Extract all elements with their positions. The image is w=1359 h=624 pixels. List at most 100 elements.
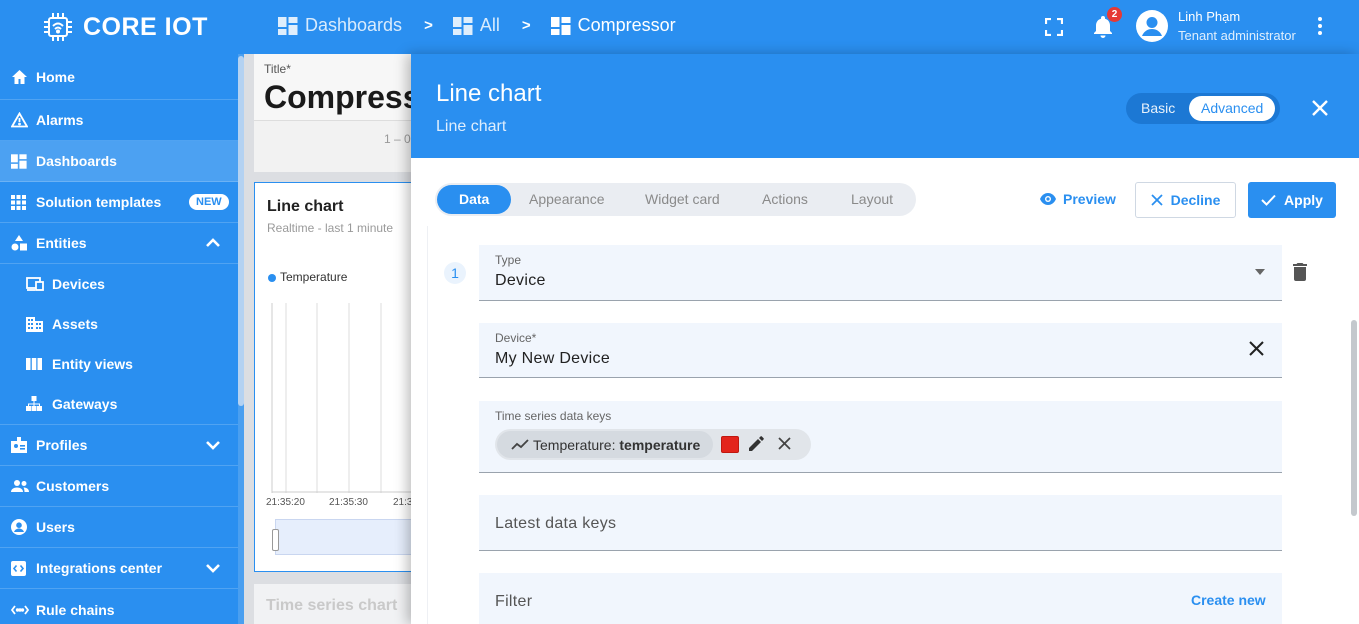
logo[interactable]: CORE IOT [40,9,208,45]
editor-tabs: Data Appearance Widget card Actions Layo… [435,183,916,216]
eye-icon [1040,193,1056,205]
filter-placeholder: Filter [495,593,533,610]
line-chart-widget[interactable]: Line chart Realtime - last 1 minute Temp… [254,182,411,572]
avatar[interactable] [1136,10,1168,42]
user-name[interactable]: Linh Phạm [1178,9,1240,24]
tab-actions[interactable]: Actions [762,183,808,216]
dashboard-field [254,120,411,172]
clear-icon[interactable] [1249,341,1264,356]
widget-title: Time series chart [266,597,398,614]
dashboard-icon [550,16,571,35]
title-field-label: Title* [264,62,291,76]
chart-grid [271,303,411,493]
type-select[interactable]: Type Device [479,245,1282,301]
chevron-down-icon[interactable] [205,563,221,573]
dashboard-icon [452,16,473,35]
decline-button[interactable]: Decline [1135,182,1236,218]
widget-editor-panel: Line chart Line chart Basic Advanced Dat… [411,54,1359,624]
sidebar-item-profiles[interactable]: Profiles [0,425,238,466]
edit-icon[interactable] [749,436,764,451]
sidebar-item-label: Home [36,68,75,85]
tab-data[interactable]: Data [437,185,512,214]
preview-button[interactable]: Preview [1040,191,1116,207]
time-series-widget[interactable]: Time series chart [254,584,411,624]
breadcrumb-separator: > [424,17,433,34]
dashboard-icon [11,153,27,169]
sidebar-item-solution-templates[interactable]: Solution templates NEW [0,182,238,223]
fullscreen-icon[interactable] [1045,18,1063,36]
dashboard-canvas: Title* Compressor 1 – 0 Line chart Realt… [244,54,411,624]
sidebar-item-users[interactable]: Users [0,507,238,548]
rule-chains-icon [11,604,29,616]
breadcrumb-item-all[interactable]: All [452,15,500,36]
preview-label: Preview [1063,191,1116,207]
color-swatch[interactable] [721,436,739,453]
sidebar-item-entities[interactable]: Entities [0,223,238,264]
sidebar-item-label: Users [36,519,75,535]
apply-button[interactable]: Apply [1248,182,1336,218]
editor-header: Line chart Line chart Basic Advanced [411,54,1359,158]
alarm-icon [11,112,28,128]
data-key-chip-label[interactable]: Temperature: temperature [497,431,713,458]
more-vert-icon[interactable] [1311,16,1329,36]
delete-icon[interactable] [1293,263,1307,281]
editor-scrollbar-thumb[interactable] [1351,320,1357,516]
sidebar-item-dashboards[interactable]: Dashboards [0,141,238,182]
apps-icon [11,194,26,210]
sidebar-item-label: Devices [52,276,105,292]
slider-handle[interactable] [272,529,279,551]
device-label: Device* [495,331,537,345]
dashboard-icon [278,16,298,35]
create-new-filter-link[interactable]: Create new [1191,592,1266,608]
pagination-range: 1 – 0 [384,132,411,146]
sidebar: Home Alarms Dashboards Solution template… [0,54,238,624]
sidebar-item-label: Entities [36,235,87,251]
data-key-label: Temperature: [533,436,616,453]
sidebar-item-rule-chains[interactable]: Rule chains [0,589,238,624]
sidebar-item-assets[interactable]: Assets [0,304,238,344]
chevron-up-icon[interactable] [205,238,221,248]
widget-title: Line chart [267,198,344,215]
sidebar-item-label: Integrations center [36,560,163,576]
chevron-down-icon[interactable] [205,440,221,450]
tab-layout[interactable]: Layout [851,183,893,216]
sidebar-item-customers[interactable]: Customers [0,466,238,507]
sidebar-item-integrations-center[interactable]: Integrations center [0,548,238,589]
mode-advanced-button[interactable]: Advanced [1189,96,1276,121]
sidebar-item-home[interactable]: Home [0,54,238,100]
entity-views-icon [26,358,42,370]
device-field[interactable]: Device* My New Device [479,323,1282,378]
apply-label: Apply [1284,192,1323,208]
check-icon [1261,194,1276,206]
top-bar: CORE IOT Dashboards > All > Compressor 2 [0,0,1359,54]
timeseries-keys-field[interactable]: Time series data keys Temperature: tempe… [479,401,1282,473]
x-tick-label: 21:3 [393,497,411,508]
sidebar-item-label: Alarms [36,112,84,128]
breadcrumb-item-dashboards[interactable]: Dashboards [278,15,402,36]
data-key-name: temperature [619,436,701,453]
mode-basic-button[interactable]: Basic [1141,100,1175,116]
user-role: Tenant administrator [1178,28,1296,43]
breadcrumb-label: All [479,15,500,35]
close-icon [1150,194,1163,206]
assets-icon [26,316,43,332]
sidebar-item-devices[interactable]: Devices [0,264,238,304]
logo-text: CORE IOT [83,12,208,41]
sidebar-item-entity-views[interactable]: Entity views [0,344,238,384]
editor-title: Line chart [436,80,542,107]
latest-keys-field[interactable]: Latest data keys [479,495,1282,551]
close-icon[interactable] [1311,99,1329,117]
time-range-slider[interactable] [275,519,411,555]
customers-icon [11,480,29,492]
widget-subtitle: Realtime - last 1 minute [267,221,394,235]
sidebar-item-label: Gateways [52,396,118,412]
tab-widget-card[interactable]: Widget card [645,183,720,216]
data-key-chip[interactable]: Temperature: temperature [495,429,811,460]
sidebar-item-alarms[interactable]: Alarms [0,100,238,141]
tab-appearance[interactable]: Appearance [529,183,605,216]
remove-chip-icon[interactable] [778,437,791,450]
filter-field[interactable]: Filter Create new [479,573,1282,624]
sidebar-item-gateways[interactable]: Gateways [0,384,238,425]
sidebar-item-label: Rule chains [36,601,115,618]
device-value: My New Device [495,350,611,367]
